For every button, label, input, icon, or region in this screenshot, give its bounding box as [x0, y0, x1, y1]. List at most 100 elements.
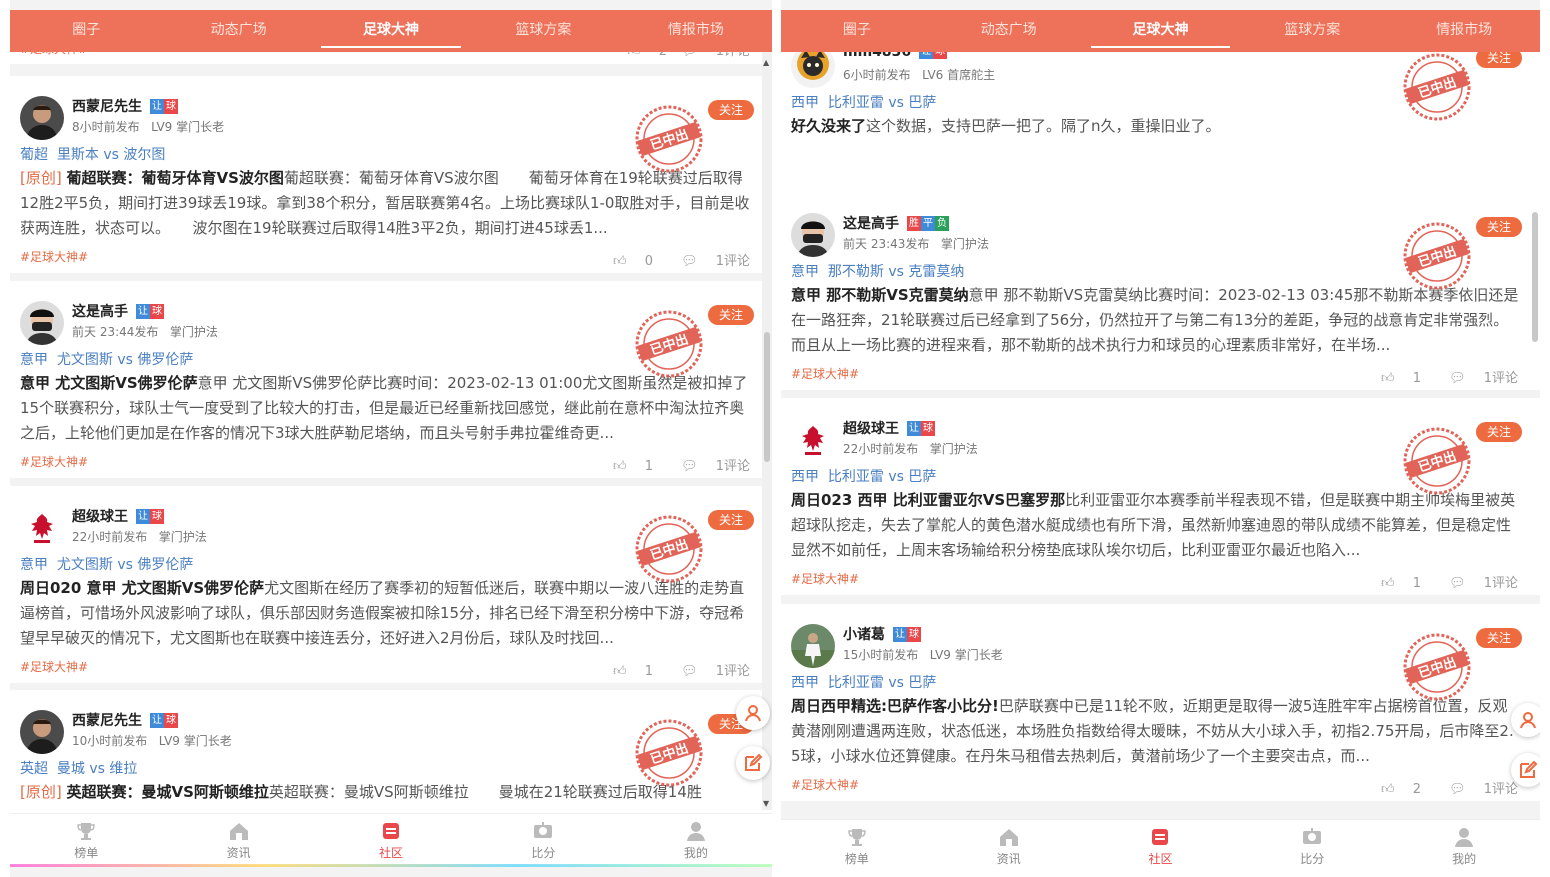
like-button[interactable]: 👍︎ 2 — [1367, 782, 1421, 797]
nav-rankings[interactable]: 榜单 — [10, 814, 162, 865]
avatar[interactable] — [791, 52, 835, 88]
topic-tag[interactable]: #足球大神# — [791, 365, 859, 382]
avatar[interactable] — [791, 624, 835, 668]
follow-button[interactable]: 关注 — [708, 305, 754, 325]
post-card[interactable]: 西蒙尼先生让球 8小时前发布 LV9 掌门长老 关注 已中出 葡超 里斯本 vs… — [10, 76, 772, 273]
username[interactable]: 这是高手让球 — [72, 301, 164, 321]
nav-news[interactable]: 资讯 — [933, 820, 1085, 877]
match-link[interactable]: 西甲 比利亚雷 vs 巴萨 — [791, 672, 936, 692]
avatar[interactable] — [791, 213, 835, 257]
compose-fab[interactable] — [736, 746, 770, 780]
feed-scroll[interactable]: mm4836让球 6小时前发布 LV6 首席舵主 关注 已中出 西甲 比利亚雷 … — [781, 52, 1540, 817]
comment-button[interactable]: 💬︎ 1评论 — [667, 664, 750, 679]
comment-button[interactable]: 💬︎ 1评论 — [1435, 576, 1518, 591]
post-card-partial[interactable]: #足球大神# 👍︎ 2 💬︎ 1评论 — [10, 52, 772, 64]
scrollbar-thumb[interactable] — [764, 332, 770, 462]
post-body[interactable]: 意甲 那不勒斯VS克雷莫纳意甲 那不勒斯VS克雷莫纳比赛时间：2023-02-1… — [791, 283, 1520, 358]
nav-me[interactable]: 我的 — [1388, 820, 1540, 877]
nav-me[interactable]: 我的 — [620, 814, 772, 865]
tab-circle[interactable]: 圈子 — [781, 10, 933, 52]
post-body[interactable]: 好久没来了这个数据，支持巴萨一把了。隔了n久，重操旧业了。 — [791, 114, 1520, 189]
feed-scroll[interactable]: #足球大神# 👍︎ 2 💬︎ 1评论 西蒙尼先生让球 8小时前发布 LV9 掌门长… — [10, 52, 772, 817]
post-body[interactable]: 周日020 意甲 尤文图斯VS佛罗伦萨尤文图斯在经历了赛季初的短暂低迷后，联赛中… — [20, 576, 752, 651]
topic-tag[interactable]: #足球大神# — [20, 453, 88, 470]
match-link[interactable]: 西甲 比利亚雷 vs 巴萨 — [791, 466, 936, 486]
username[interactable]: 西蒙尼先生让球 — [72, 96, 178, 116]
match-link[interactable]: 意甲 那不勒斯 vs 克雷莫纳 — [791, 261, 964, 281]
post-card[interactable]: 小诸葛让球 15小时前发布 LV9 掌门长老 关注 已中出 西甲 比利亚雷 vs… — [781, 604, 1540, 801]
tab-intel-market[interactable]: 情报市场 — [1388, 10, 1540, 52]
post-body[interactable]: [原创] 葡超联赛：葡萄牙体育VS波尔图葡超联赛：葡萄牙体育VS波尔图 葡萄牙体… — [20, 166, 752, 241]
follow-button[interactable]: 关注 — [1476, 422, 1522, 442]
post-card[interactable]: 这是高手胜平负 前天 23:43发布 掌门护法 关注 已中出 意甲 那不勒斯 v… — [781, 193, 1540, 390]
nav-scores[interactable]: 比分 — [1236, 820, 1388, 877]
username[interactable]: 西蒙尼先生让球 — [72, 710, 178, 730]
scrollbar[interactable]: ▲ ▼ — [762, 52, 772, 810]
tab-circle[interactable]: 圈子 — [10, 10, 162, 52]
username[interactable]: 这是高手胜平负 — [843, 213, 949, 233]
topic-tag[interactable]: #足球大神# — [791, 776, 859, 793]
comment-button[interactable]: 💬︎ 1评论 — [667, 254, 750, 269]
nav-community[interactable]: 社区 — [1085, 820, 1237, 877]
like-button[interactable]: 👍︎ 2 — [627, 52, 667, 59]
avatar[interactable] — [20, 301, 64, 345]
post-body[interactable]: 意甲 尤文图斯VS佛罗伦萨意甲 尤文图斯VS佛罗伦萨比赛时间：2023-02-1… — [20, 371, 752, 446]
username[interactable]: 超级球王让球 — [72, 506, 164, 526]
topic-tag[interactable]: #足球大神# — [791, 570, 859, 587]
follow-button[interactable]: 关注 — [708, 510, 754, 530]
post-card[interactable]: 超级球王让球 22小时前发布 掌门护法 关注 已中出 意甲 尤文图斯 vs 佛罗… — [10, 486, 772, 683]
follow-button[interactable]: 关注 — [1476, 52, 1522, 68]
scrollbar[interactable] — [1530, 52, 1540, 810]
match-link[interactable]: 西甲 比利亚雷 vs 巴萨 — [791, 92, 936, 112]
avatar[interactable] — [20, 96, 64, 140]
comment-button[interactable]: 💬︎ 1评论 — [667, 459, 750, 474]
comment-button[interactable]: 💬︎ 1评论 — [681, 52, 750, 59]
match-link[interactable]: 意甲 尤文图斯 vs 佛罗伦萨 — [20, 554, 193, 574]
username[interactable]: mm4836 让球 — [843, 52, 948, 60]
topic-tag[interactable]: #足球大神# — [20, 248, 88, 265]
nav-community[interactable]: 社区 — [315, 814, 467, 865]
away-team: 克雷莫纳 — [908, 264, 965, 280]
scrollbar-thumb[interactable] — [1532, 212, 1538, 342]
tab-intel-market[interactable]: 情报市场 — [620, 10, 772, 52]
comment-button[interactable]: 💬︎ 1评论 — [1435, 782, 1518, 797]
post-body[interactable]: 周日023 西甲 比利亚雷亚尔VS巴塞罗那比利亚雷亚尔本赛季前半程表现不错，但是… — [791, 488, 1520, 563]
tab-basketball-plans[interactable]: 篮球方案 — [467, 10, 619, 52]
post-card[interactable]: 西蒙尼先生让球 10小时前发布 LV9 掌门长老 关注 已中出 英超 曼城 vs… — [10, 690, 772, 817]
like-button[interactable]: 👍︎ 1 — [599, 664, 653, 679]
match-link[interactable]: 意甲 尤文图斯 vs 佛罗伦萨 — [20, 349, 193, 369]
follow-button[interactable]: 关注 — [708, 100, 754, 120]
post-body[interactable]: 周日西甲精选:巴萨作客小比分!巴萨联赛中已是11轮不败，近期更是取得一波5连胜牢… — [791, 694, 1520, 769]
scroll-up-arrow[interactable]: ▲ — [763, 58, 769, 67]
profile-fab[interactable] — [1511, 703, 1540, 737]
post-card[interactable]: 超级球王让球 22小时前发布 掌门护法 关注 已中出 西甲 比利亚雷 vs 巴萨… — [781, 398, 1540, 595]
like-button[interactable]: 👍︎ 0 — [599, 254, 653, 269]
tab-feed-square[interactable]: 动态广场 — [933, 10, 1085, 52]
match-link[interactable]: 英超 曼城 vs 维拉 — [20, 758, 137, 778]
follow-button[interactable]: 关注 — [1476, 628, 1522, 648]
username[interactable]: 小诸葛让球 — [843, 624, 921, 644]
scroll-down-arrow[interactable]: ▼ — [763, 799, 769, 808]
topic-tag[interactable]: #足球大神# — [20, 658, 88, 675]
avatar[interactable] — [791, 418, 835, 462]
username[interactable]: 超级球王让球 — [843, 418, 935, 438]
topic-tag[interactable]: #足球大神# — [20, 52, 88, 57]
like-button[interactable]: 👍︎ 1 — [1367, 371, 1421, 386]
tab-football-gurus[interactable]: 足球大神 — [315, 10, 467, 52]
avatar[interactable] — [20, 710, 64, 754]
avatar[interactable] — [20, 506, 64, 550]
nav-rankings[interactable]: 榜单 — [781, 820, 933, 877]
match-link[interactable]: 葡超 里斯本 vs 波尔图 — [20, 144, 165, 164]
profile-fab[interactable] — [736, 696, 770, 730]
like-button[interactable]: 👍︎ 1 — [1367, 576, 1421, 591]
nav-scores[interactable]: 比分 — [467, 814, 619, 865]
tab-football-gurus[interactable]: 足球大神 — [1085, 10, 1237, 52]
tab-basketball-plans[interactable]: 篮球方案 — [1236, 10, 1388, 52]
like-button[interactable]: 👍︎ 1 — [599, 459, 653, 474]
tab-feed-square[interactable]: 动态广场 — [162, 10, 314, 52]
comment-button[interactable]: 💬︎ 1评论 — [1435, 371, 1518, 386]
compose-fab[interactable] — [1511, 753, 1540, 787]
post-card[interactable]: 这是高手让球 前天 23:44发布 掌门护法 关注 已中出 意甲 尤文图斯 vs… — [10, 281, 772, 478]
follow-button[interactable]: 关注 — [1476, 217, 1522, 237]
nav-news[interactable]: 资讯 — [162, 814, 314, 865]
